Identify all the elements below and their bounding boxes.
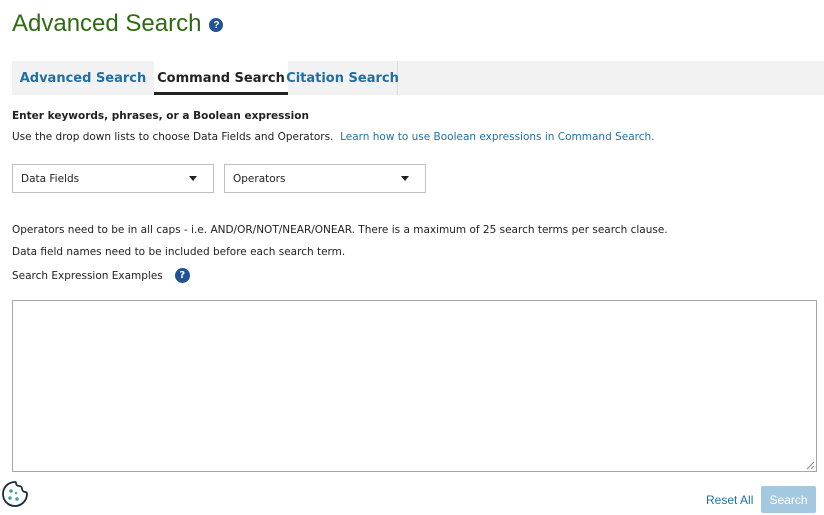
question-circle-icon[interactable]: ?	[209, 18, 224, 32]
fields-note: Data field names need to be included bef…	[12, 246, 346, 258]
data-fields-value: Data Fields	[21, 172, 80, 185]
operators-note: Operators need to be in all caps - i.e. …	[12, 224, 668, 236]
operators-dropdown[interactable]: Operators	[224, 164, 426, 193]
tab-advanced-search[interactable]: Advanced Search	[12, 61, 154, 95]
search-tabs: Advanced Search Command Search Citation …	[12, 61, 824, 95]
boolean-help-link[interactable]: Learn how to use Boolean expressions in …	[340, 131, 654, 143]
form-instructions: Use the drop down lists to choose Data F…	[12, 131, 654, 143]
tab-citation-search[interactable]: Citation Search	[286, 61, 399, 95]
data-fields-dropdown[interactable]: Data Fields	[12, 164, 214, 193]
tab-command-search[interactable]: Command Search	[154, 61, 288, 95]
operators-value: Operators	[233, 172, 286, 185]
caret-down-icon	[401, 176, 409, 181]
examples-label: Search Expression Examples	[12, 269, 163, 282]
resize-handle-icon[interactable]	[806, 461, 815, 470]
instructions-text: Use the drop down lists to choose Data F…	[12, 131, 334, 143]
question-circle-icon[interactable]: ?	[174, 268, 190, 283]
examples-row: Search Expression Examples ?	[12, 268, 190, 283]
caret-down-icon	[189, 176, 197, 181]
page-title: Advanced Search ?	[12, 10, 224, 38]
cookie-icon[interactable]	[0, 478, 30, 510]
search-button[interactable]: Search	[761, 486, 816, 513]
search-expression-input[interactable]	[12, 300, 817, 472]
reset-all-link[interactable]: Reset All	[706, 493, 753, 507]
form-heading: Enter keywords, phrases, or a Boolean ex…	[12, 110, 309, 122]
page-title-text: Advanced Search	[12, 10, 202, 37]
